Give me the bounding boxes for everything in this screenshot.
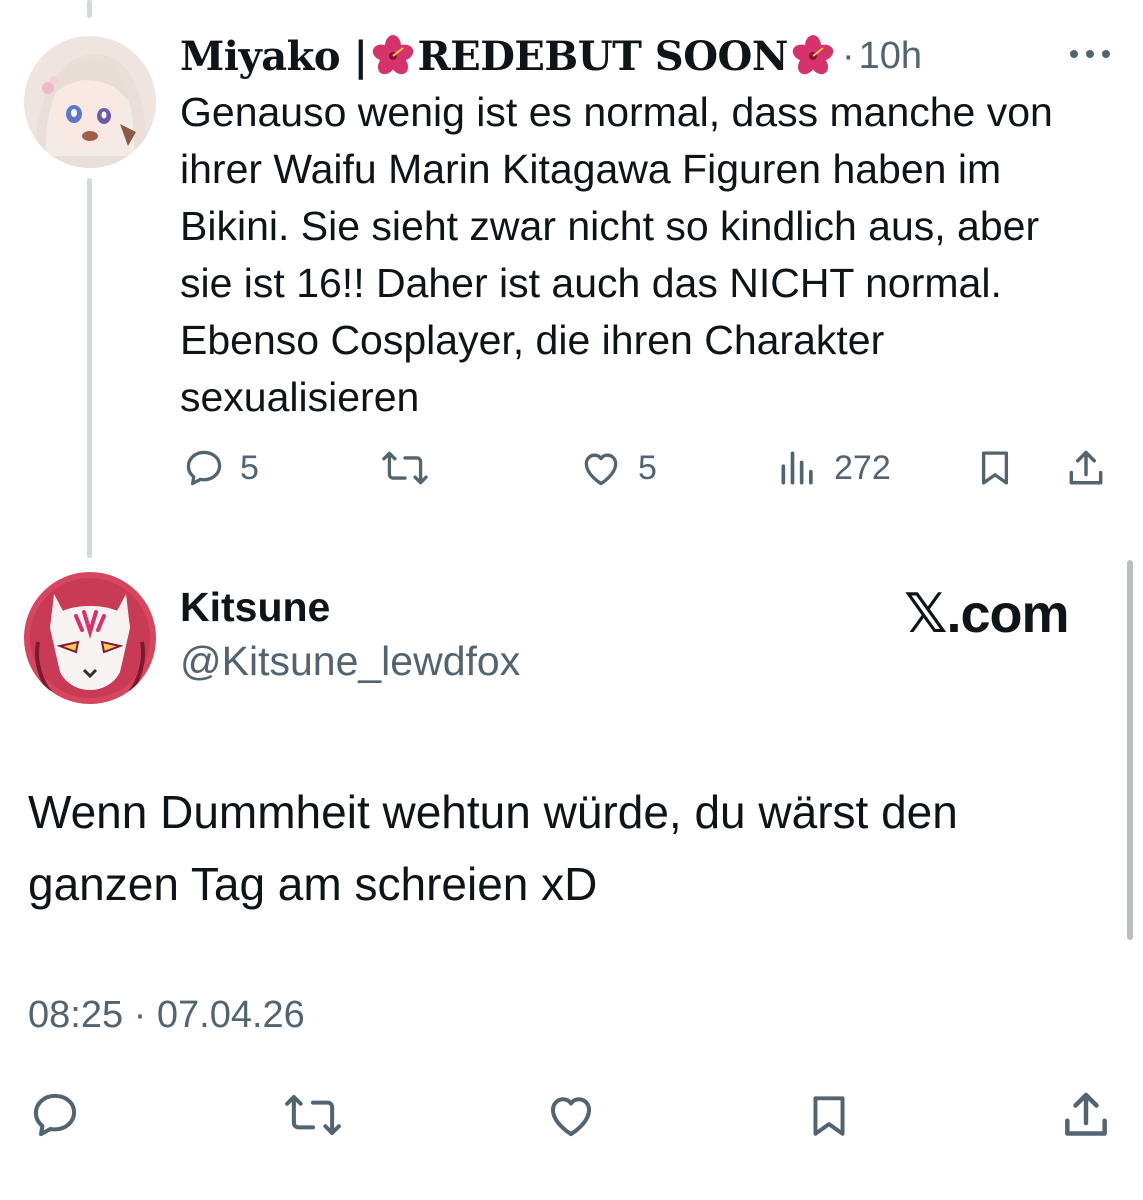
like-icon	[584, 453, 618, 486]
hibiscus-flower-icon	[372, 35, 413, 75]
reply-action-bar: 5 5 272	[0, 446, 1143, 502]
post-reply-button[interactable]	[28, 1088, 82, 1142]
views-icon	[781, 451, 813, 485]
reply-bookmark-button[interactable]	[974, 446, 1016, 490]
post-action-bar	[0, 1088, 1143, 1148]
reply-separator: ·	[841, 34, 855, 77]
reply-views-button[interactable]: 272	[776, 446, 891, 490]
reply-count: 5	[240, 448, 259, 487]
more-icon[interactable]	[1068, 44, 1112, 64]
reply-like-button[interactable]: 5	[578, 446, 657, 490]
hibiscus-flower-icon	[792, 35, 834, 75]
post-bookmark-button[interactable]	[804, 1088, 854, 1144]
share-icon	[1069, 450, 1103, 485]
like-count: 5	[638, 448, 657, 487]
scrollbar[interactable]	[1127, 560, 1133, 940]
reply-text: Genauso wenig ist es normal, dass manche…	[180, 89, 1053, 420]
post-like-button[interactable]	[542, 1088, 600, 1142]
kitsune-avatar[interactable]	[24, 572, 156, 704]
retweet-icon	[382, 451, 428, 485]
reply-share-button[interactable]	[1064, 446, 1108, 492]
post-retweet-button[interactable]	[282, 1088, 344, 1142]
reply-icon	[33, 1093, 77, 1137]
post-author-handle[interactable]: @Kitsune_lewdfox	[180, 638, 520, 685]
reply-reply-button[interactable]: 5	[182, 446, 259, 490]
reply-time[interactable]: 10h	[859, 35, 922, 78]
reply-header: Miyako | REDEBUT SOON · 10h	[180, 30, 922, 82]
bookmark-icon	[981, 451, 1009, 485]
reply-author-suffix[interactable]: REDEBUT SOON	[418, 33, 789, 80]
post-timestamp[interactable]: 08:25 · 07.04.26	[28, 994, 305, 1037]
share-icon	[1065, 1092, 1107, 1136]
views-count: 272	[834, 448, 891, 487]
thread-line-top	[87, 0, 92, 18]
miyako-avatar[interactable]	[24, 36, 156, 168]
x-com-watermark: 𝕏.com	[904, 584, 1070, 644]
reply-icon	[186, 450, 222, 486]
post-text: Wenn Dummheit wehtun würde, du wärst den…	[28, 786, 958, 910]
reply-retweet-button[interactable]	[380, 446, 444, 490]
retweet-icon	[285, 1094, 341, 1136]
post-author-name[interactable]: Kitsune	[180, 584, 330, 631]
like-icon	[550, 1097, 592, 1137]
reply-author-name[interactable]: Miyako |	[180, 33, 368, 80]
bookmark-icon	[813, 1096, 845, 1136]
post-share-button[interactable]	[1058, 1088, 1114, 1144]
